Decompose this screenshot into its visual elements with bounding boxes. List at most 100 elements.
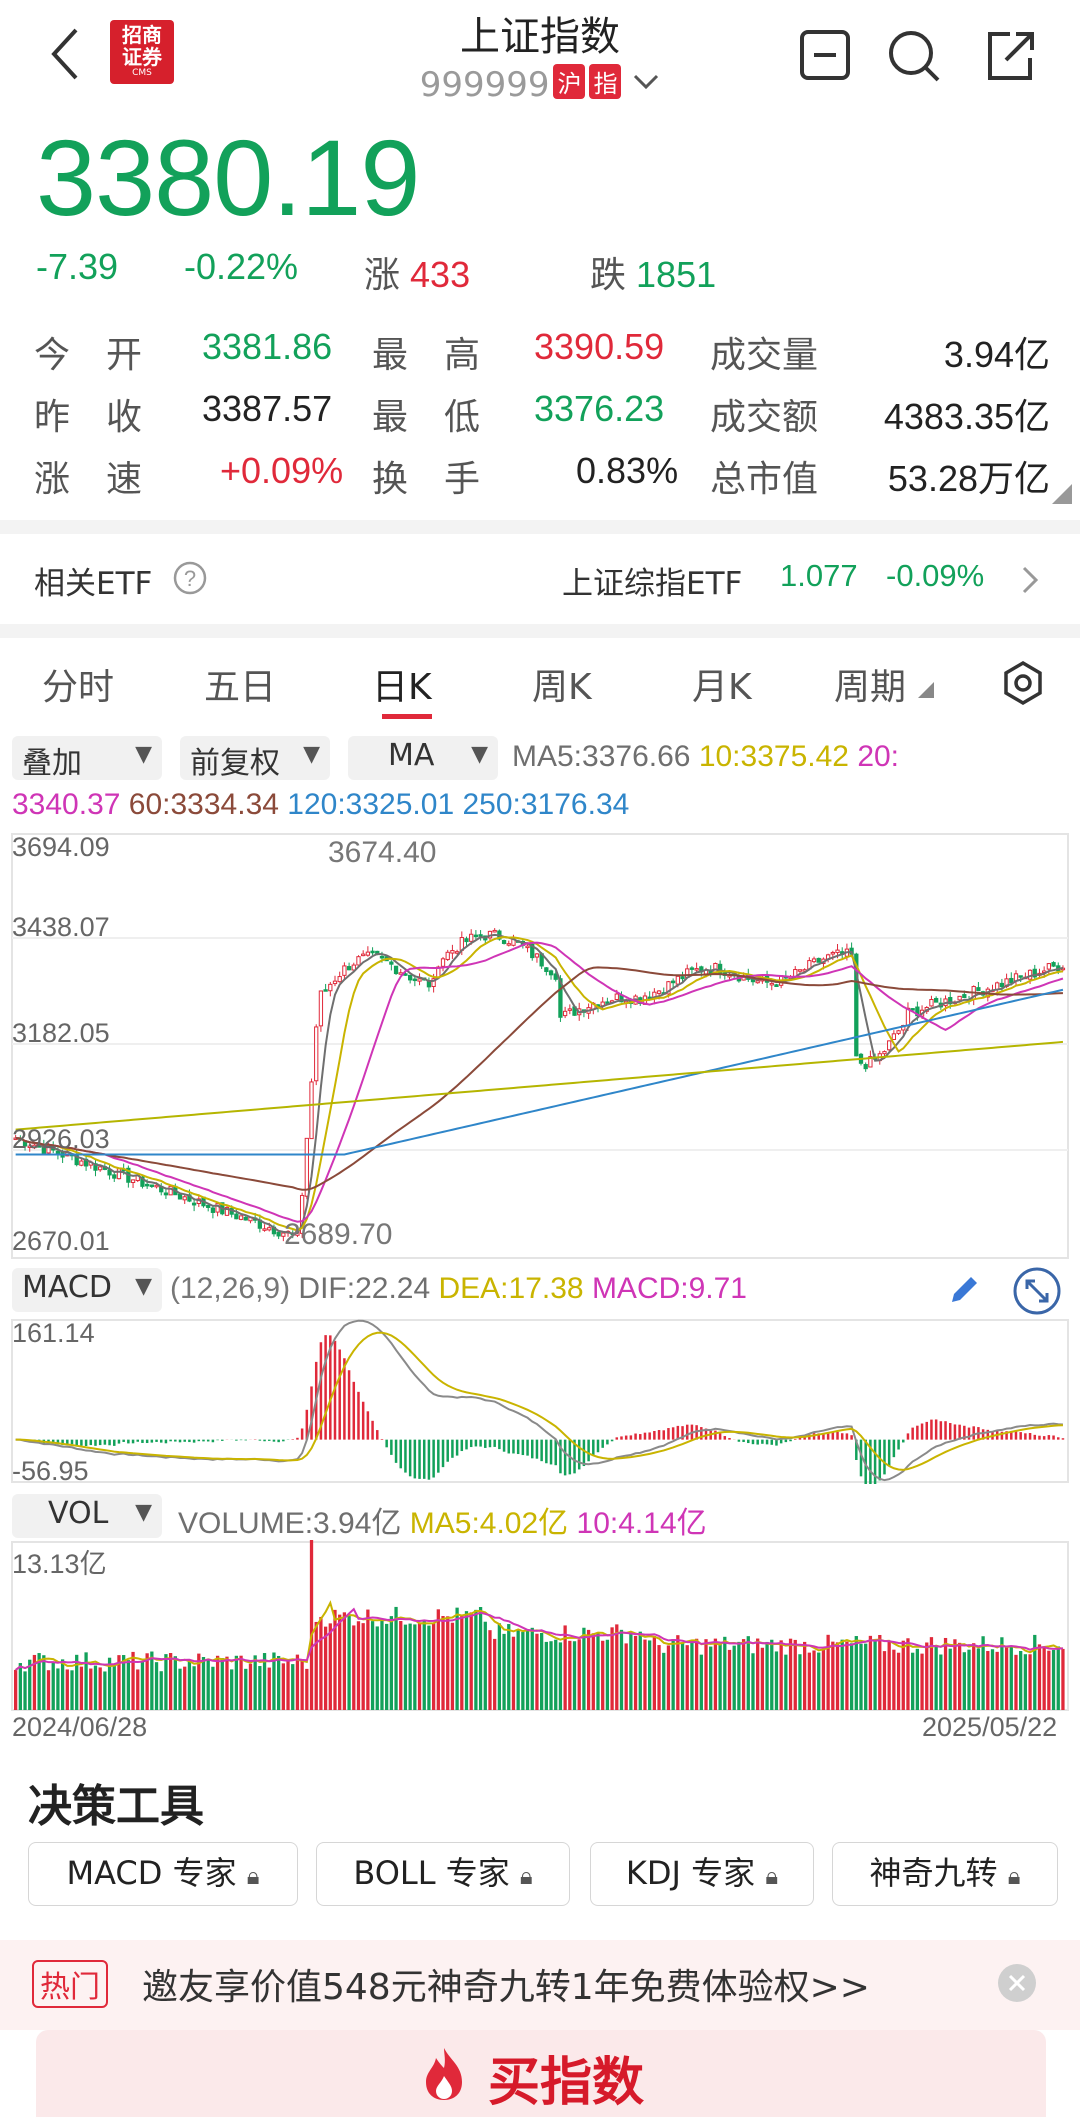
candle-body	[830, 951, 835, 955]
volume-bar	[535, 1633, 539, 1710]
stat-value: +0.09%	[220, 450, 344, 491]
indicator-dropdown[interactable]: MA ▼	[348, 736, 498, 780]
candle-body	[408, 974, 413, 981]
ma-values-line2: 3340.37 60:3334.34 120:3325.01 250:3176.…	[12, 788, 629, 822]
candle-body	[694, 968, 699, 971]
volume-bar	[323, 1626, 328, 1710]
candle-body	[887, 1040, 892, 1051]
overlay-dropdown[interactable]: 叠加 ▼	[12, 736, 162, 781]
macd-values: (12,26,9) DIF:22.24 DEA:17.38 MACD:9.71	[170, 1272, 747, 1306]
tab-intraday[interactable]: 分时	[42, 658, 114, 710]
volume-bar	[732, 1645, 736, 1710]
expand-corner-icon[interactable]	[1052, 484, 1072, 504]
macd-chart[interactable]	[0, 1318, 1080, 1484]
edit-pencil-icon[interactable]	[944, 1270, 984, 1310]
volume-bar	[727, 1649, 732, 1710]
volume-bar	[286, 1660, 290, 1710]
candle-body	[116, 1168, 122, 1180]
fullscreen-expand-icon[interactable]	[1012, 1266, 1062, 1316]
volume-bar	[704, 1639, 708, 1710]
volume-bar	[507, 1624, 511, 1710]
ma250-value: 250:3176.34	[462, 788, 630, 821]
tab-monthly-k[interactable]: 月K	[692, 658, 752, 710]
volume-bar	[896, 1652, 901, 1710]
close-icon[interactable]	[996, 1962, 1038, 2004]
vol-y-max: 13.13亿	[12, 1549, 107, 1579]
volume-bar	[394, 1606, 398, 1710]
kline-y-max: 3694.09	[12, 832, 110, 862]
period-dropdown-icon[interactable]	[918, 682, 934, 698]
candle-body	[567, 1008, 572, 1011]
volume-bar	[680, 1642, 685, 1710]
volume-bar	[699, 1654, 703, 1710]
volume-ma-line	[15, 1600, 1064, 1671]
volume-bar	[126, 1660, 131, 1710]
volume-bar	[1000, 1637, 1004, 1710]
volume-chart[interactable]	[0, 1540, 1080, 1712]
candle-body	[356, 956, 361, 966]
volume-bar	[549, 1641, 553, 1710]
chevron-down-icon[interactable]	[632, 72, 660, 92]
tool-label: KDJ 专家	[625, 1854, 756, 1892]
related-etf-row[interactable]: 相关ETF ? 上证综指ETF 1.077 -0.09%	[0, 544, 1080, 618]
etf-price: 1.077	[780, 558, 858, 593]
candle-body	[361, 953, 366, 957]
tool-kdj-expert[interactable]: KDJ 专家 🔒︎	[590, 1842, 814, 1906]
adjust-dropdown[interactable]: 前复权 ▼	[180, 736, 330, 781]
tab-daily-k[interactable]: 日K	[372, 658, 432, 710]
promo-banner[interactable]: 热门 邀友享价值548元神奇九转1年免费体验权>>	[0, 1940, 1080, 2030]
volume-bar	[911, 1652, 915, 1710]
tool-boll-expert[interactable]: BOLL 专家 🔒︎	[316, 1842, 570, 1906]
volume-bar	[868, 1635, 873, 1710]
candle-body	[544, 967, 549, 973]
tab-weekly-k[interactable]: 周K	[532, 658, 592, 710]
macd-params: (12,26,9)	[170, 1272, 291, 1305]
search-icon[interactable]	[884, 26, 944, 86]
stat-label: 今 开	[34, 335, 143, 376]
volume-bar	[629, 1633, 633, 1710]
kline-chart[interactable]	[0, 832, 1080, 1260]
tool-magic-nine[interactable]: 神奇九转 🔒︎	[832, 1842, 1058, 1906]
candle-body	[234, 1213, 239, 1220]
vol-dropdown[interactable]: VOL ▼	[12, 1494, 162, 1538]
settings-hexagon-icon[interactable]	[1000, 660, 1046, 706]
candle-body	[337, 976, 342, 983]
lock-icon: 🔒︎	[246, 1862, 260, 1890]
candle-body	[130, 1179, 136, 1183]
volume-bar	[817, 1652, 821, 1710]
volume-bar	[803, 1641, 807, 1710]
chevron-right-icon[interactable]	[1020, 564, 1040, 596]
volume-bar	[380, 1619, 384, 1710]
quote-stats: 今 开 3381.86 最 高 3390.59 成交量 3.94亿 昨 收 33…	[34, 326, 1050, 512]
stat-label: 总市值	[710, 459, 819, 500]
volume-bar	[347, 1614, 351, 1710]
volume-bar	[929, 1637, 934, 1710]
help-icon[interactable]: ?	[172, 560, 208, 596]
volume-bar	[201, 1657, 206, 1710]
volume-bar	[258, 1666, 262, 1710]
volume-bar	[845, 1641, 849, 1710]
tab-period[interactable]: 周期	[834, 658, 906, 710]
candle-body	[1051, 962, 1056, 967]
share-icon[interactable]	[980, 26, 1040, 86]
minimize-window-icon[interactable]	[796, 26, 856, 86]
volume-bar	[70, 1670, 74, 1710]
tool-macd-expert[interactable]: MACD 专家 🔒︎	[28, 1842, 298, 1906]
candle-body	[976, 987, 981, 992]
volume-bar	[154, 1662, 159, 1710]
candles	[13, 928, 1066, 1242]
volume-bar	[615, 1624, 619, 1710]
stat-value: 3.94亿	[943, 334, 1050, 375]
volume-bar	[934, 1646, 938, 1710]
tool-label: MACD 专家	[66, 1854, 237, 1892]
macd-dropdown[interactable]: MACD ▼	[12, 1268, 162, 1312]
candle-body	[379, 955, 385, 959]
candle-body	[473, 934, 479, 938]
market-tag: 沪	[553, 64, 586, 99]
macd-value: MACD:9.71	[591, 1272, 747, 1305]
tab-five-day[interactable]: 五日	[204, 658, 276, 710]
volume-bar	[812, 1650, 816, 1710]
volume-bar	[718, 1643, 722, 1710]
volume-bar	[239, 1655, 243, 1710]
buy-index-button[interactable]: 买指数	[36, 2030, 1046, 2117]
